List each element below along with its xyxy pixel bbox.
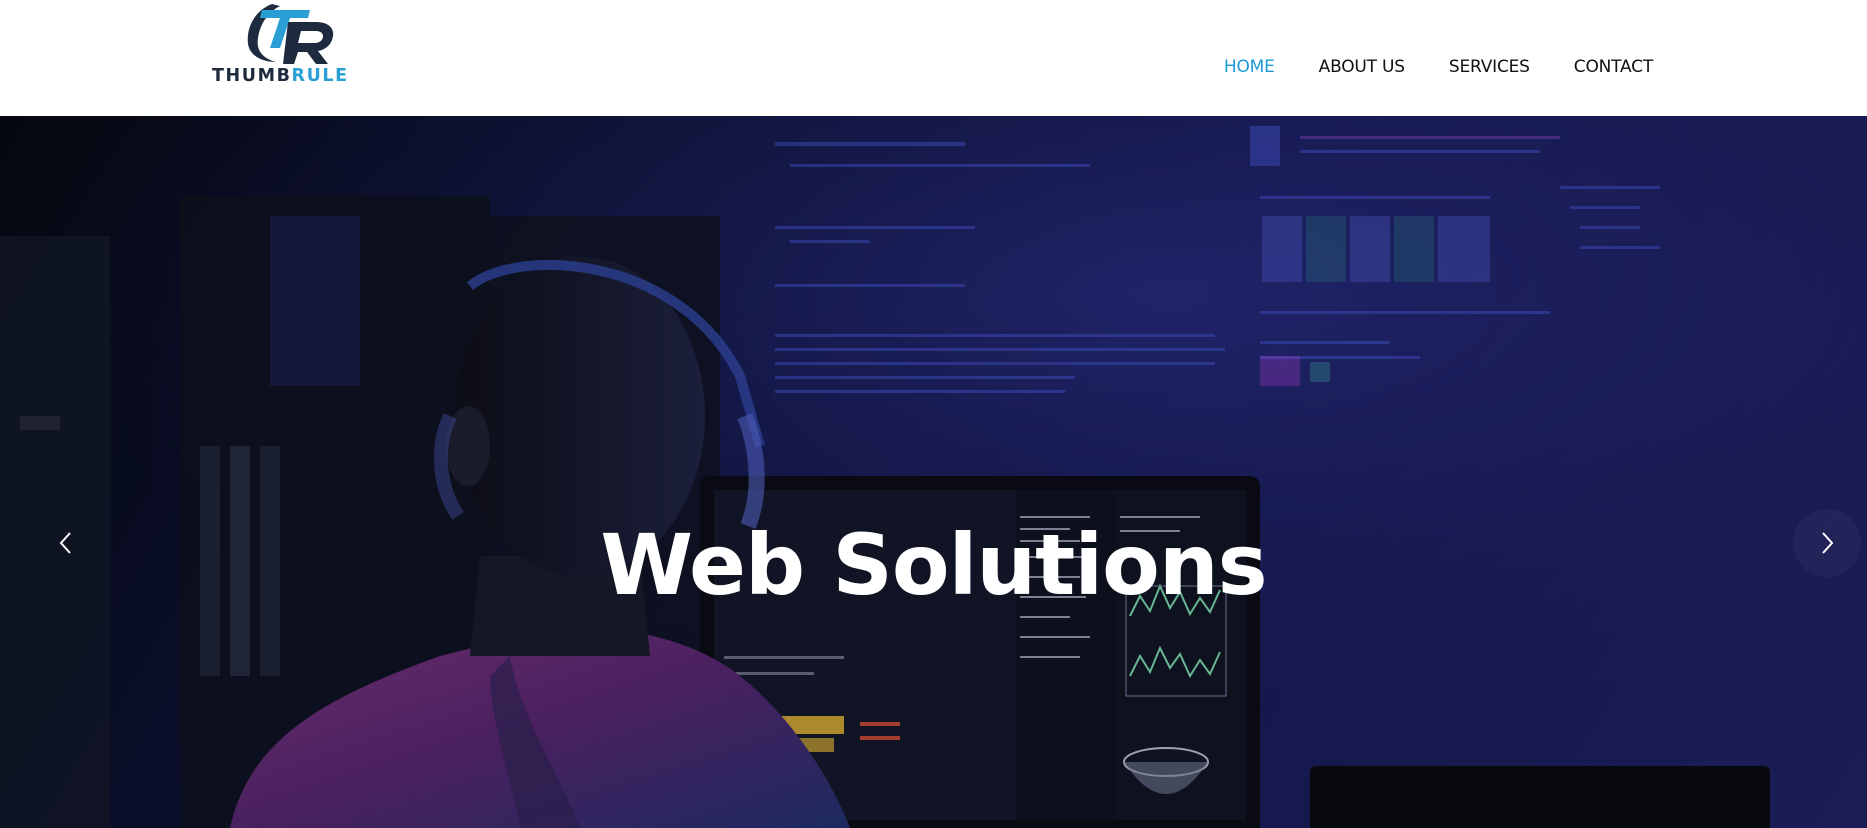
- nav-services[interactable]: SERVICES: [1449, 57, 1530, 77]
- chevron-left-icon: [59, 532, 71, 554]
- site-header: THUMBRULE HOME ABOUT US SERVICES CONTACT: [0, 0, 1867, 116]
- brand-wordmark: THUMBRULE: [212, 66, 349, 86]
- brand-logo[interactable]: THUMBRULE: [210, 0, 376, 90]
- slider-next-button[interactable]: [1793, 509, 1861, 577]
- brand-wordmark-part2: RULE: [291, 66, 349, 86]
- thumbrule-logo-mark: [247, 4, 334, 64]
- hero-title: Web Solutions: [600, 516, 1267, 614]
- nav-about-us[interactable]: ABOUT US: [1319, 57, 1405, 77]
- nav-contact[interactable]: CONTACT: [1574, 57, 1653, 77]
- chevron-right-icon: [1822, 532, 1834, 554]
- hero-slider: Web Solutions: [0, 116, 1867, 828]
- slider-prev-button[interactable]: [32, 509, 100, 577]
- hero-background-image: [0, 116, 1867, 828]
- main-nav: HOME ABOUT US SERVICES CONTACT: [1224, 57, 1653, 77]
- nav-home[interactable]: HOME: [1224, 57, 1275, 77]
- brand-wordmark-part1: THUMB: [212, 66, 292, 86]
